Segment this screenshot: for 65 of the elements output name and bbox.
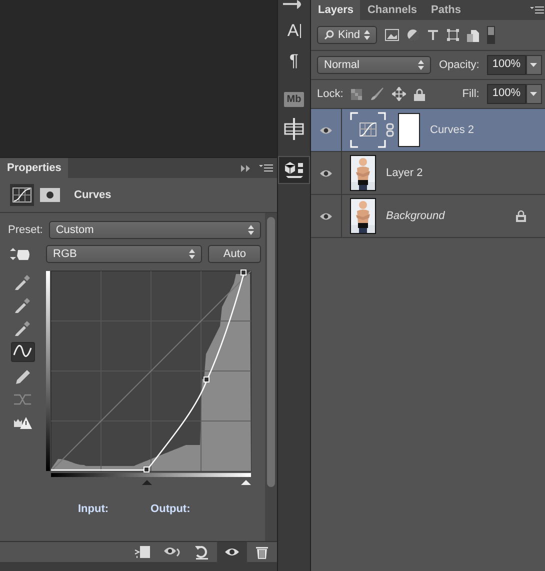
shape-icon[interactable]: [447, 29, 459, 41]
panel-tab[interactable]: Layers: [311, 0, 360, 20]
input-slider-handle[interactable]: [241, 480, 251, 485]
lock-icon[interactable]: [414, 88, 426, 100]
control-point[interactable]: [204, 376, 210, 382]
smart-object-icon[interactable]: [467, 28, 479, 42]
output-label: Output:: [150, 503, 190, 515]
properties-tab[interactable]: Properties: [0, 158, 68, 178]
character-panel-button[interactable]: A: [279, 18, 309, 44]
curves-adjustment-icon[interactable]: [10, 184, 34, 206]
half-circle-icon[interactable]: [407, 29, 419, 41]
curve-icon[interactable]: [11, 342, 35, 362]
search-icon: [324, 30, 334, 40]
input-slider-handle[interactable]: [142, 480, 152, 485]
collapse-icon[interactable]: [241, 164, 251, 172]
menu-icon[interactable]: [530, 6, 544, 14]
caret-icon: [530, 92, 537, 96]
layer-name[interactable]: Background: [386, 210, 516, 222]
panel-title: Curves: [74, 189, 112, 201]
toggle-icon[interactable]: [487, 26, 495, 44]
mask-icon[interactable]: [40, 188, 60, 202]
blend-mode-dropdown[interactable]: Normal: [317, 56, 431, 74]
updown-arrows-icon: [248, 225, 254, 235]
layer-row[interactable]: Background: [311, 195, 545, 238]
updown-arrows-icon: [418, 60, 424, 70]
mini-bridge-button[interactable]: Mb: [284, 92, 304, 106]
updown-arrows-icon: [364, 30, 370, 40]
cube-icon: [283, 161, 305, 179]
curves-thumbnail-icon: [350, 112, 386, 148]
visibility-icon[interactable]: [217, 542, 247, 562]
paragraph-panel-button[interactable]: ¶: [279, 48, 309, 74]
opacity-dropdown-button[interactable]: [526, 55, 542, 75]
move-icon[interactable]: [392, 87, 406, 101]
layer-name[interactable]: Layer 2: [386, 167, 545, 179]
channel-dropdown[interactable]: RGB: [46, 245, 202, 263]
checkerboard-icon[interactable]: [351, 88, 362, 100]
fill-field[interactable]: 100%: [487, 84, 526, 104]
opacity-label: Opacity:: [439, 59, 480, 71]
film-strip-icon[interactable]: [284, 118, 304, 140]
menu-icon[interactable]: [259, 164, 273, 172]
control-point[interactable]: [240, 270, 246, 276]
3d-panel-button[interactable]: [278, 156, 310, 184]
auto-button[interactable]: Auto: [208, 245, 261, 263]
control-point[interactable]: [144, 466, 150, 472]
type-icon[interactable]: [427, 29, 439, 41]
input-label: Input:: [78, 503, 109, 515]
updown-arrows-icon: [189, 249, 196, 259]
link-icon: [386, 123, 394, 137]
layer-row[interactable]: Curves 2: [311, 109, 545, 152]
preset-dropdown[interactable]: Custom: [48, 221, 261, 239]
opacity-field[interactable]: 100%: [487, 55, 526, 75]
lock-label: Lock:: [317, 88, 344, 100]
eye-icon[interactable]: [319, 168, 333, 178]
layer-name[interactable]: Curves 2: [430, 124, 545, 136]
caret-icon: [530, 63, 537, 67]
eye-icon[interactable]: [319, 212, 333, 220]
layer-row[interactable]: Layer 2: [311, 152, 545, 195]
eye-icon[interactable]: [319, 126, 333, 134]
fill-dropdown-button[interactable]: [526, 84, 542, 104]
mask-thumbnail: [398, 113, 420, 147]
image-icon[interactable]: [385, 29, 399, 41]
preset-label: Preset:: [8, 224, 43, 236]
filter-dropdown[interactable]: Kind: [317, 26, 377, 44]
scrollbar-thumb[interactable]: [267, 217, 275, 487]
fill-label: Fill:: [462, 88, 480, 100]
